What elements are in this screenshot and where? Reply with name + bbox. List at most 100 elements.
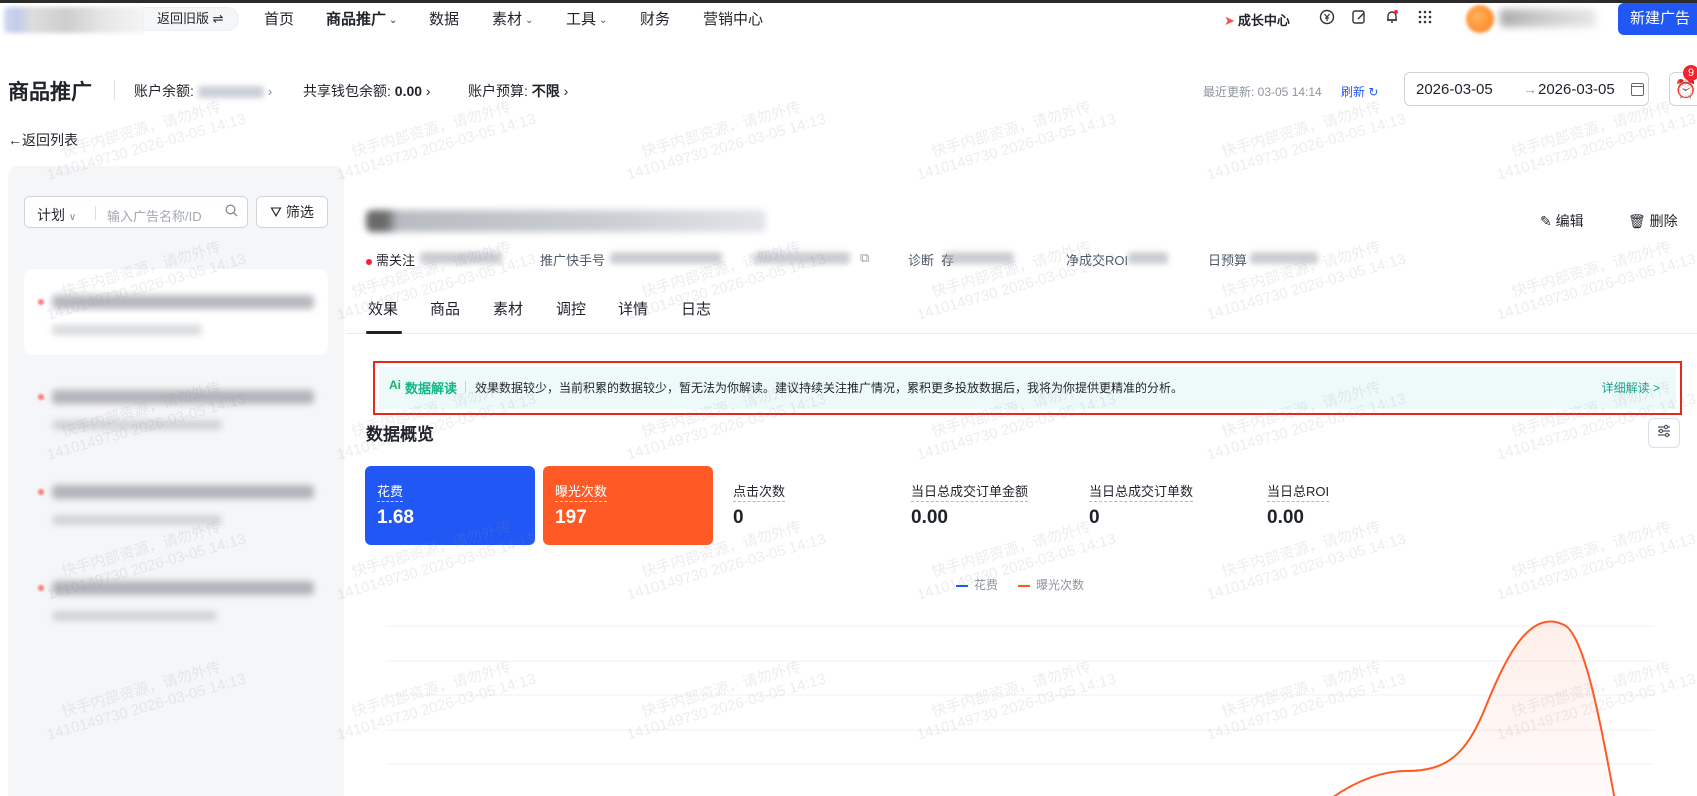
filter-icon: ⛛	[270, 204, 282, 220]
status-dot	[366, 258, 372, 265]
nav-item-material[interactable]: 素材 ⌄	[492, 8, 533, 29]
nav-item-product-promotion[interactable]: 商品推广 ⌄	[326, 8, 397, 29]
bell-icon-svg	[1387, 10, 1398, 23]
daily-budget-label: 日预算	[1208, 253, 1248, 268]
bell-icon[interactable]	[1383, 9, 1401, 27]
account-budget-label: 账户预算:	[468, 83, 528, 99]
nav-item-data[interactable]: 数据	[429, 8, 459, 29]
search-type-select[interactable]: 计划 ∨	[37, 205, 76, 225]
refresh-button[interactable]: 刷新 ↻	[1341, 83, 1378, 100]
ai-logo-icon: Ai	[389, 378, 401, 392]
nav-item-home[interactable]: 首页	[264, 8, 294, 29]
tab-regulation[interactable]: 调控	[556, 298, 586, 319]
tab-effect[interactable]: 效果	[368, 298, 398, 319]
nav-item-marketing-center[interactable]: 营销中心	[703, 8, 763, 29]
net-roi-value	[1128, 252, 1168, 264]
metric-label: 点击次数	[733, 481, 786, 502]
currency-icon[interactable]	[1318, 9, 1336, 27]
watermark-line: 快手内部资源，请勿外传	[639, 98, 804, 161]
trend-chart[interactable]	[346, 596, 1697, 796]
page-title: 商品推广	[8, 81, 92, 104]
metric-value: 0	[733, 507, 744, 528]
tab-logs[interactable]: 日志	[681, 298, 711, 319]
arrow-right-icon: →	[1523, 81, 1537, 97]
tab-details[interactable]: 详情	[618, 298, 648, 319]
plan-stats	[52, 325, 202, 335]
nav-label: 数据	[429, 11, 460, 28]
legend-item-cost[interactable]: 花费	[956, 578, 998, 592]
status-dot	[38, 489, 44, 495]
kuaishou-account-value	[610, 252, 722, 264]
calendar-icon	[1631, 83, 1644, 96]
edit-note-icon[interactable]	[1350, 9, 1368, 27]
account-name[interactable]	[1500, 9, 1596, 27]
status-dot	[38, 585, 44, 591]
metric-card-orders[interactable]: 当日总成交订单数 0	[1077, 466, 1247, 545]
account-balance[interactable]: 账户余额: ›	[134, 81, 272, 101]
legend-item-impressions[interactable]: 曝光次数	[1018, 578, 1084, 592]
plan-list-item[interactable]	[24, 459, 328, 545]
avatar[interactable]	[1466, 5, 1494, 33]
detail-tabs: 效果 商品 素材 调控 详情 日志	[346, 278, 1697, 334]
metric-value: 1.68	[377, 507, 414, 528]
edit-label: 编辑	[1555, 213, 1584, 229]
metric-value: 197	[555, 507, 587, 528]
filter-label: 筛选	[285, 204, 314, 220]
search-icon[interactable]	[225, 204, 238, 220]
plan-list-item[interactable]	[24, 364, 328, 450]
metric-label: 当日总成交订单金额	[911, 481, 1029, 502]
ai-insight-text: 效果数据较少，当前积累的数据较少，暂无法为你解读。建议持续关注推广情况，累积更多…	[475, 381, 1184, 395]
arrow-left-icon: ←	[8, 132, 22, 148]
date-range-picker[interactable]: 2026-03-05 → 2026-03-05	[1404, 72, 1649, 106]
back-to-old-version-button[interactable]: 返回旧版 ⇌	[142, 7, 239, 31]
growth-center-link[interactable]: ➤ 成长中心	[1224, 10, 1290, 29]
plan-id	[420, 252, 502, 264]
apps-grid-icon[interactable]	[1416, 9, 1434, 27]
metric-settings-button[interactable]	[1648, 418, 1680, 448]
status-dot	[38, 394, 44, 400]
plan-name	[52, 390, 314, 404]
filter-button[interactable]: ⛛ 筛选	[256, 196, 328, 228]
metric-card-clicks[interactable]: 点击次数 0	[721, 466, 891, 545]
shared-wallet-balance[interactable]: 共享钱包余额: 0.00 ›	[303, 81, 431, 101]
copy-icon[interactable]: ⧉	[860, 250, 869, 266]
metric-card-impressions[interactable]: 曝光次数 197	[543, 466, 713, 545]
chevron-down-icon: ⌄	[599, 15, 608, 26]
currency-icon-svg	[1319, 9, 1335, 25]
account-budget-value: 不限	[531, 83, 560, 99]
metric-card-roi[interactable]: 当日总ROI 0.00	[1255, 466, 1425, 545]
nav-item-finance[interactable]: 财务	[640, 8, 670, 29]
edit-button[interactable]: ✎ 编辑	[1540, 211, 1584, 231]
chevron-down-icon: ⌄	[389, 15, 398, 26]
legend-swatch	[956, 584, 968, 587]
nav-label: 商品推广	[326, 11, 387, 28]
refresh-label: 刷新	[1341, 85, 1366, 99]
account-id-value	[754, 252, 850, 264]
watermark-line: 快手内部资源，请勿外传	[1219, 98, 1384, 161]
shared-wallet-label: 共享钱包余额:	[303, 83, 391, 99]
data-overview-title: 数据概览	[366, 425, 434, 444]
date-end[interactable]: 2026-03-05	[1538, 81, 1615, 98]
delete-button[interactable]: 🗑 删除	[1628, 211, 1678, 231]
new-ad-button[interactable]: 新建广告	[1618, 3, 1697, 35]
metric-card-cost[interactable]: 花费 1.68	[365, 466, 535, 545]
plan-list-item[interactable]	[24, 269, 328, 355]
back-to-list-link[interactable]: ←返回列表	[8, 130, 78, 150]
ai-divider	[465, 381, 466, 393]
account-budget[interactable]: 账户预算: 不限 ›	[468, 81, 568, 101]
chart-gridlines	[386, 625, 1654, 765]
nav-item-tools[interactable]: 工具 ⌄	[566, 8, 607, 29]
date-start[interactable]: 2026-03-05	[1416, 81, 1493, 98]
tab-products[interactable]: 商品	[430, 298, 460, 319]
alarm-badge: 9	[1683, 65, 1697, 81]
brand-logo[interactable]	[4, 7, 144, 33]
watermark-line: 快手内部资源，请勿外传	[929, 98, 1094, 161]
plan-list-item[interactable]	[24, 555, 328, 641]
search-input[interactable]: 输入广告名称/ID	[107, 206, 219, 225]
kuaishou-account-label: 推广快手号	[540, 253, 606, 268]
detailed-insight-link[interactable]: 详细解读 >	[1602, 379, 1660, 396]
plan-search-box[interactable]: 计划 ∨ 输入广告名称/ID	[24, 196, 248, 228]
net-roi-label: 净成交ROI	[1066, 253, 1129, 268]
tab-materials[interactable]: 素材	[493, 298, 523, 319]
metric-card-gmv[interactable]: 当日总成交订单金额 0.00	[899, 466, 1069, 545]
